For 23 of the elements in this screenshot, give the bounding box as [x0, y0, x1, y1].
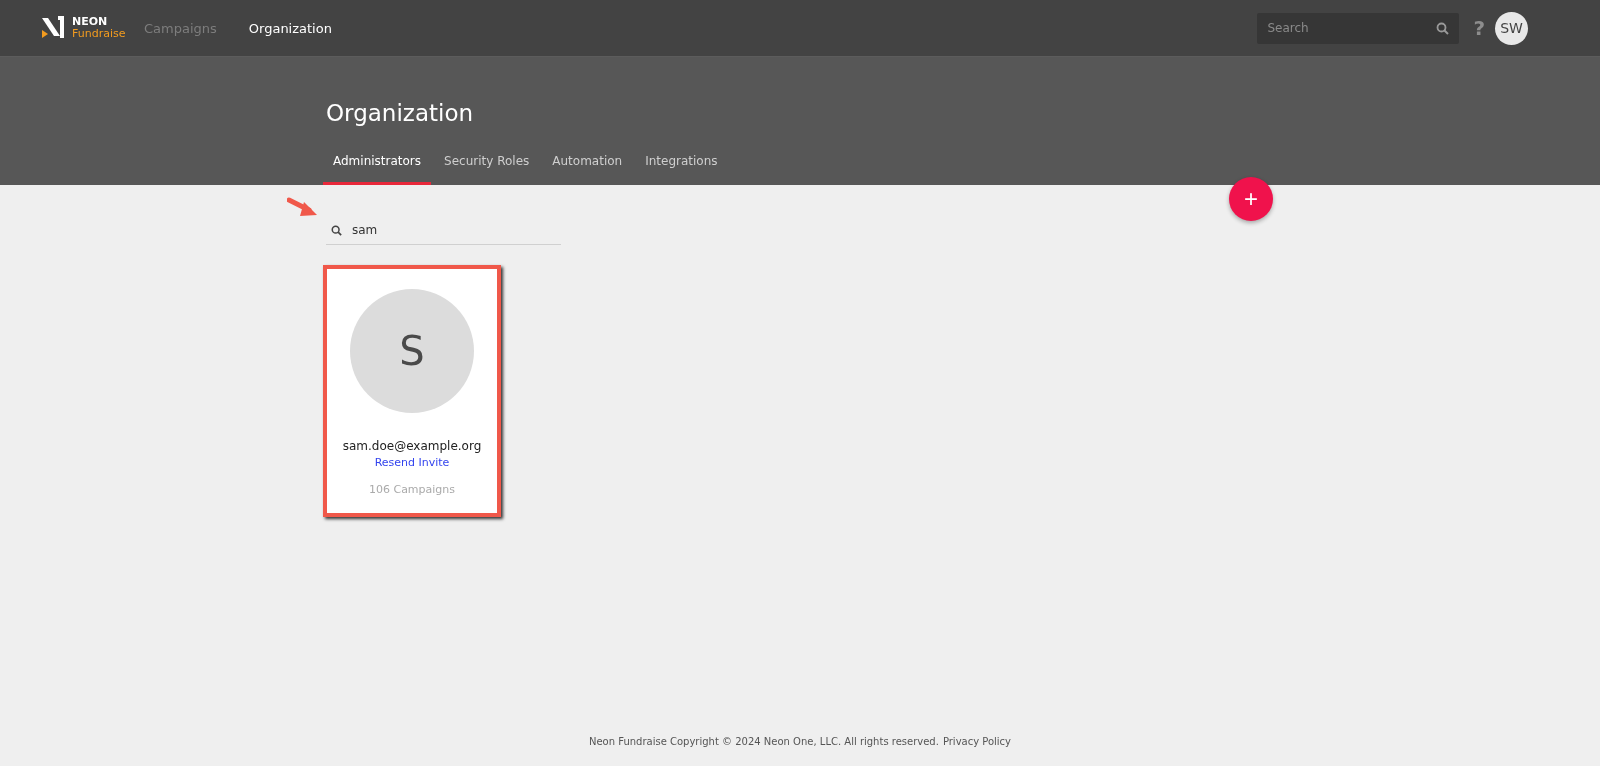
search-field[interactable]: sam	[326, 215, 561, 245]
resend-invite-link[interactable]: Resend Invite	[374, 456, 450, 469]
logo[interactable]: NEON Fundraise	[40, 14, 144, 42]
admin-card[interactable]: S sam.doe@example.org Resend Invite 106 Campaigns	[323, 265, 501, 517]
avatar-circle: S	[350, 289, 474, 413]
arrow-icon	[287, 197, 319, 219]
search-field[interactable]: Search	[1257, 12, 1460, 44]
tab[interactable]: Integrations	[635, 154, 728, 185]
logo-text: Fundraise	[72, 28, 126, 40]
logo-text: NEON	[72, 16, 109, 28]
copyright-text: Neon Fundraise Copyright © 2024 Neon One, LLC. All rights reserved.	[588, 736, 939, 747]
tab[interactable]: Security Roles	[434, 154, 540, 185]
user-avatar[interactable]: SW	[1495, 11, 1528, 45]
search-icon	[1436, 21, 1450, 35]
campaign-count: 106 Campaigns	[368, 483, 456, 496]
admin-email: sam.doe@example.org	[342, 439, 482, 453]
tab[interactable]: Administrators	[323, 154, 432, 185]
nav-link[interactable]: Organization	[248, 20, 332, 36]
tab[interactable]: Automation	[542, 154, 633, 185]
privacy-policy-link[interactable]: Privacy Policy	[942, 736, 1012, 747]
add-button[interactable]: +	[1229, 177, 1273, 221]
page-title: Organization	[326, 100, 474, 126]
search-icon	[331, 225, 342, 236]
